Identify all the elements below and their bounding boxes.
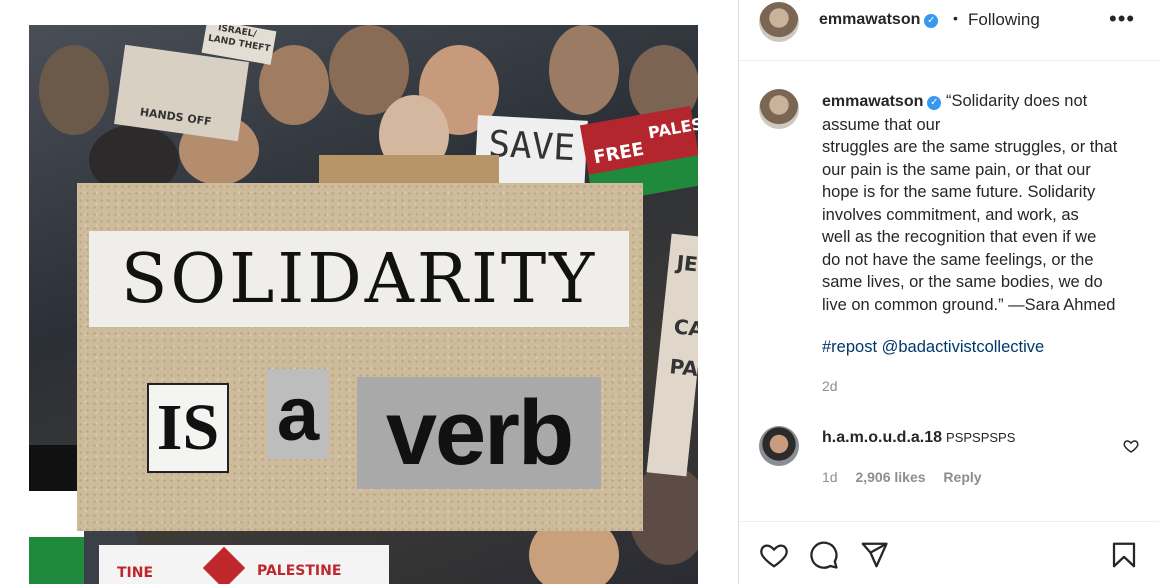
- caption-line: our pain is the same pain, or that our: [822, 160, 1091, 179]
- share-icon[interactable]: [859, 540, 889, 570]
- caption-hashtags[interactable]: #repost @badactivistcollective: [822, 338, 1044, 357]
- caption-line: “Solidarity does not: [945, 92, 1088, 110]
- verified-icon: ✓: [924, 14, 939, 28]
- bookmark-icon[interactable]: [1109, 540, 1139, 570]
- comment-heart-icon[interactable]: [1123, 438, 1139, 454]
- headline-verb: verb: [357, 377, 601, 489]
- headline-is: IS: [147, 383, 229, 473]
- action-bar: [739, 521, 1159, 585]
- separator-dot: •: [953, 10, 958, 26]
- headline-a: a: [267, 369, 329, 459]
- headline-solidarity: SOLIDARITY: [89, 231, 629, 327]
- following-button[interactable]: Following: [968, 10, 1040, 30]
- comment-time[interactable]: 1d: [822, 469, 838, 485]
- caption-line: well as the recognition that even if we: [822, 228, 1097, 246]
- caption-avatar[interactable]: [759, 89, 799, 129]
- caption-line: struggles are the same struggles, or tha…: [822, 138, 1118, 156]
- comment-icon[interactable]: [809, 540, 839, 570]
- crowd-person: [39, 45, 109, 135]
- post-image[interactable]: HANDS OFF ISRAEL/ LAND THEFT SAVE FREE P…: [29, 25, 698, 584]
- solidarity-collage: SOLIDARITY IS a verb: [77, 183, 643, 531]
- flag-sign: [29, 445, 84, 584]
- post-header: emmawatson ✓ • Following •••: [739, 0, 1159, 61]
- caption-username[interactable]: emmawatson: [822, 93, 923, 110]
- protest-sign: JE CA PA: [646, 233, 698, 477]
- verified-icon: ✓: [927, 96, 942, 110]
- comment-text: PSPSPSPS: [946, 430, 1016, 445]
- more-icon[interactable]: •••: [1109, 6, 1135, 32]
- post-time[interactable]: 2d: [822, 378, 838, 394]
- caption-line: involves commitment, and work, as: [822, 205, 1079, 224]
- comment-meta: 1d 2,906 likes Reply: [822, 469, 996, 485]
- banner: TINE PALESTINE: [99, 545, 389, 584]
- caption-line: assume that our: [822, 115, 941, 134]
- protest-sign: HANDS OFF: [114, 44, 249, 142]
- comment-username[interactable]: h.a.m.o.u.d.a.18: [822, 429, 942, 446]
- post-panel: emmawatson ✓ • Following ••• emmawatson ✓ …: [738, 0, 1159, 584]
- caption-line: hope is for the same future. Solidarity: [822, 183, 1096, 201]
- comment-reply-button[interactable]: Reply: [943, 469, 981, 485]
- caption-line: same lives, or the same bodies, we do: [822, 273, 1103, 291]
- caption: emmawatson ✓ “Solidarity does not assume …: [822, 90, 1147, 316]
- heart-icon[interactable]: [759, 540, 789, 570]
- commenter-avatar[interactable]: [759, 426, 799, 466]
- caption-line: live on common ground.” —Sara Ahmed: [822, 295, 1116, 314]
- comment-likes[interactable]: 2,906 likes: [855, 469, 925, 485]
- caption-line: do not have the same feelings, or the: [822, 250, 1094, 269]
- header-user: emmawatson ✓: [819, 11, 939, 29]
- comment: h.a.m.o.u.d.a.18 PSPSPSPS: [822, 429, 1015, 447]
- crowd-person: [549, 25, 619, 115]
- header-username[interactable]: emmawatson: [819, 11, 920, 28]
- author-avatar[interactable]: [759, 2, 799, 42]
